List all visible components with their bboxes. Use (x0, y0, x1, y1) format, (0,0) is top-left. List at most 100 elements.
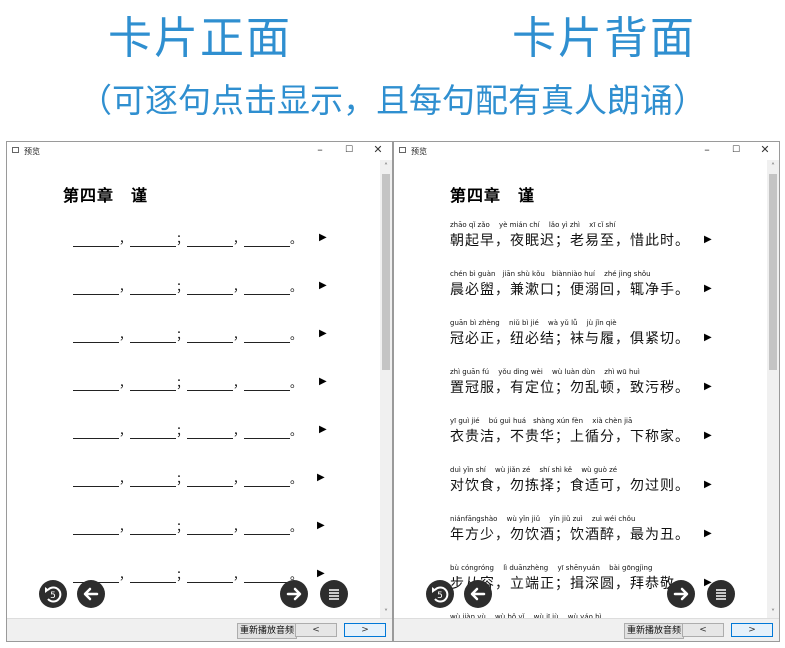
blank-line (73, 330, 119, 343)
blank-sentence-row[interactable]: ，；，。 (73, 422, 302, 439)
play-sentence-icon[interactable]: ▶ (317, 472, 325, 483)
blank-line (187, 570, 233, 583)
blank-line (130, 282, 176, 295)
pinyin-text: duì yǐn shí wù jiǎn zé shí shì kě wù guò… (450, 466, 618, 474)
chapter-title: 第四章 谨 (450, 186, 536, 205)
pinyin-text: bù cóngróng lì duānzhèng yī shēnyuán bài… (450, 564, 653, 572)
replay-audio-button[interactable]: 重新播放音频 (624, 623, 685, 639)
punctuation: ； (176, 376, 189, 390)
window-icon (399, 147, 406, 153)
scrollbar[interactable]: ˄ ˅ (380, 160, 392, 619)
play-sentence-icon[interactable]: ▶ (319, 280, 327, 291)
prev-page-button[interactable]: < (295, 623, 337, 637)
pinyin-text: guān bì zhèng niǔ bì jié wà yǔ lǚ jù jǐn… (450, 319, 617, 327)
scroll-thumb[interactable] (769, 174, 777, 370)
minimize-button[interactable]: – (310, 143, 330, 156)
blank-line (73, 426, 119, 439)
punctuation: 。 (290, 232, 303, 246)
blank-line (130, 330, 176, 343)
blank-line (130, 378, 176, 391)
scroll-up-arrow[interactable]: ˄ (380, 162, 392, 171)
maximize-button[interactable]: ☐ (339, 145, 359, 155)
minimize-button[interactable]: – (697, 143, 717, 156)
punctuation: ， (119, 424, 132, 438)
scroll-down-arrow[interactable]: ˅ (767, 608, 779, 617)
card-content: 第四章 谨 ， ； ， 。 ▶ ， ； ， 。 ▶ ， ； ， 。 ▶ ， ； ， 。 ▶ ， ； ， 。 ▶ ， ； ， 。 ▶ ， ； ， 。… (7, 160, 380, 619)
blank-sentence-row[interactable]: ，；，。 (73, 374, 302, 391)
play-sentence-icon[interactable]: ▶ (704, 479, 712, 490)
punctuation: ， (233, 472, 246, 486)
punctuation: 。 (290, 472, 303, 486)
play-sentence-icon[interactable]: ▶ (319, 328, 327, 339)
punctuation: ； (176, 280, 189, 294)
pinyin-text: zhì guān fú yǒu dìng wèi wù luàn dùn zhì… (450, 368, 640, 376)
play-sentence-icon[interactable]: ▶ (704, 283, 712, 294)
punctuation: ； (176, 472, 189, 486)
subtitle: （可逐句点击显示，且每句配有真人朗诵） (79, 81, 706, 120)
play-sentence-icon[interactable]: ▶ (704, 430, 712, 441)
window-title: 预览 (24, 147, 40, 156)
blank-line (187, 378, 233, 391)
blank-sentence-row[interactable]: ，；，。 (73, 518, 302, 535)
blank-line (244, 522, 290, 535)
scrollbar[interactable]: ˄ ˅ (767, 160, 779, 619)
blank-sentence-row[interactable]: ，；，。 (73, 326, 302, 343)
blank-line (130, 426, 176, 439)
play-sentence-icon[interactable]: ▶ (704, 381, 712, 392)
blank-line (130, 522, 176, 535)
blank-sentence-row[interactable]: ，；，。 (73, 278, 303, 295)
blank-sentence-row[interactable]: ，；，。 (73, 566, 302, 583)
blank-sentence-row[interactable]: ，；，。 (73, 230, 303, 247)
punctuation: ， (233, 568, 246, 582)
scroll-up-arrow[interactable]: ˄ (767, 162, 779, 171)
play-sentence-icon[interactable]: ▶ (319, 232, 327, 243)
play-sentence-icon[interactable]: ▶ (317, 520, 325, 531)
blank-line (187, 330, 233, 343)
back-arrow-icon[interactable] (77, 580, 105, 608)
hanzi-text: 衣贵洁，不贵华；上循分，下称家。 (450, 429, 690, 445)
punctuation: ， (233, 232, 246, 246)
prev-page-button[interactable]: < (682, 623, 724, 637)
blank-line (244, 378, 290, 391)
svg-text:5: 5 (437, 591, 443, 601)
svg-text:5: 5 (50, 591, 56, 601)
close-button[interactable]: ✕ (755, 143, 775, 156)
play-sentence-icon[interactable]: ▶ (704, 528, 712, 539)
pinyin-text: yī guì jié bú guì huá shàng xún fèn xià … (450, 417, 633, 425)
blank-line (73, 282, 119, 295)
next-page-button[interactable]: > (344, 623, 386, 637)
front-card-title: 卡片正面 (108, 13, 292, 64)
blank-sentence-row[interactable]: ，；，。 (73, 470, 303, 487)
blank-line (130, 570, 176, 583)
play-sentence-icon[interactable]: ▶ (319, 424, 327, 435)
play-sentence-icon[interactable]: ▶ (319, 376, 327, 387)
punctuation: ， (233, 424, 246, 438)
play-sentence-icon[interactable]: ▶ (317, 568, 325, 579)
replay-icon[interactable]: 5 (426, 580, 454, 608)
forward-arrow-icon[interactable] (280, 580, 308, 608)
close-button[interactable]: ✕ (368, 143, 388, 156)
forward-arrow-icon[interactable] (667, 580, 695, 608)
menu-list-icon[interactable] (320, 580, 348, 608)
back-arrow-icon[interactable] (464, 580, 492, 608)
punctuation: 。 (290, 280, 303, 294)
blank-line (187, 426, 233, 439)
next-page-button[interactable]: > (731, 623, 773, 637)
blank-line (244, 426, 290, 439)
maximize-button[interactable]: ☐ (726, 145, 746, 155)
blank-line (244, 474, 290, 487)
title-bar: 预览 – ☐ ✕ (394, 142, 779, 160)
blank-line (73, 474, 119, 487)
menu-list-icon[interactable] (707, 580, 735, 608)
punctuation: ， (119, 520, 132, 534)
replay-audio-button[interactable]: 重新播放音频 (237, 623, 298, 639)
punctuation: ， (119, 376, 132, 390)
play-sentence-icon[interactable]: ▶ (704, 332, 712, 343)
play-sentence-icon[interactable]: ▶ (704, 234, 712, 245)
blank-line (244, 330, 290, 343)
blank-line (244, 234, 290, 247)
scroll-down-arrow[interactable]: ˅ (380, 608, 392, 617)
replay-icon[interactable]: 5 (39, 580, 67, 608)
scroll-thumb[interactable] (382, 174, 390, 370)
chapter-title: 第四章 谨 (63, 186, 149, 205)
